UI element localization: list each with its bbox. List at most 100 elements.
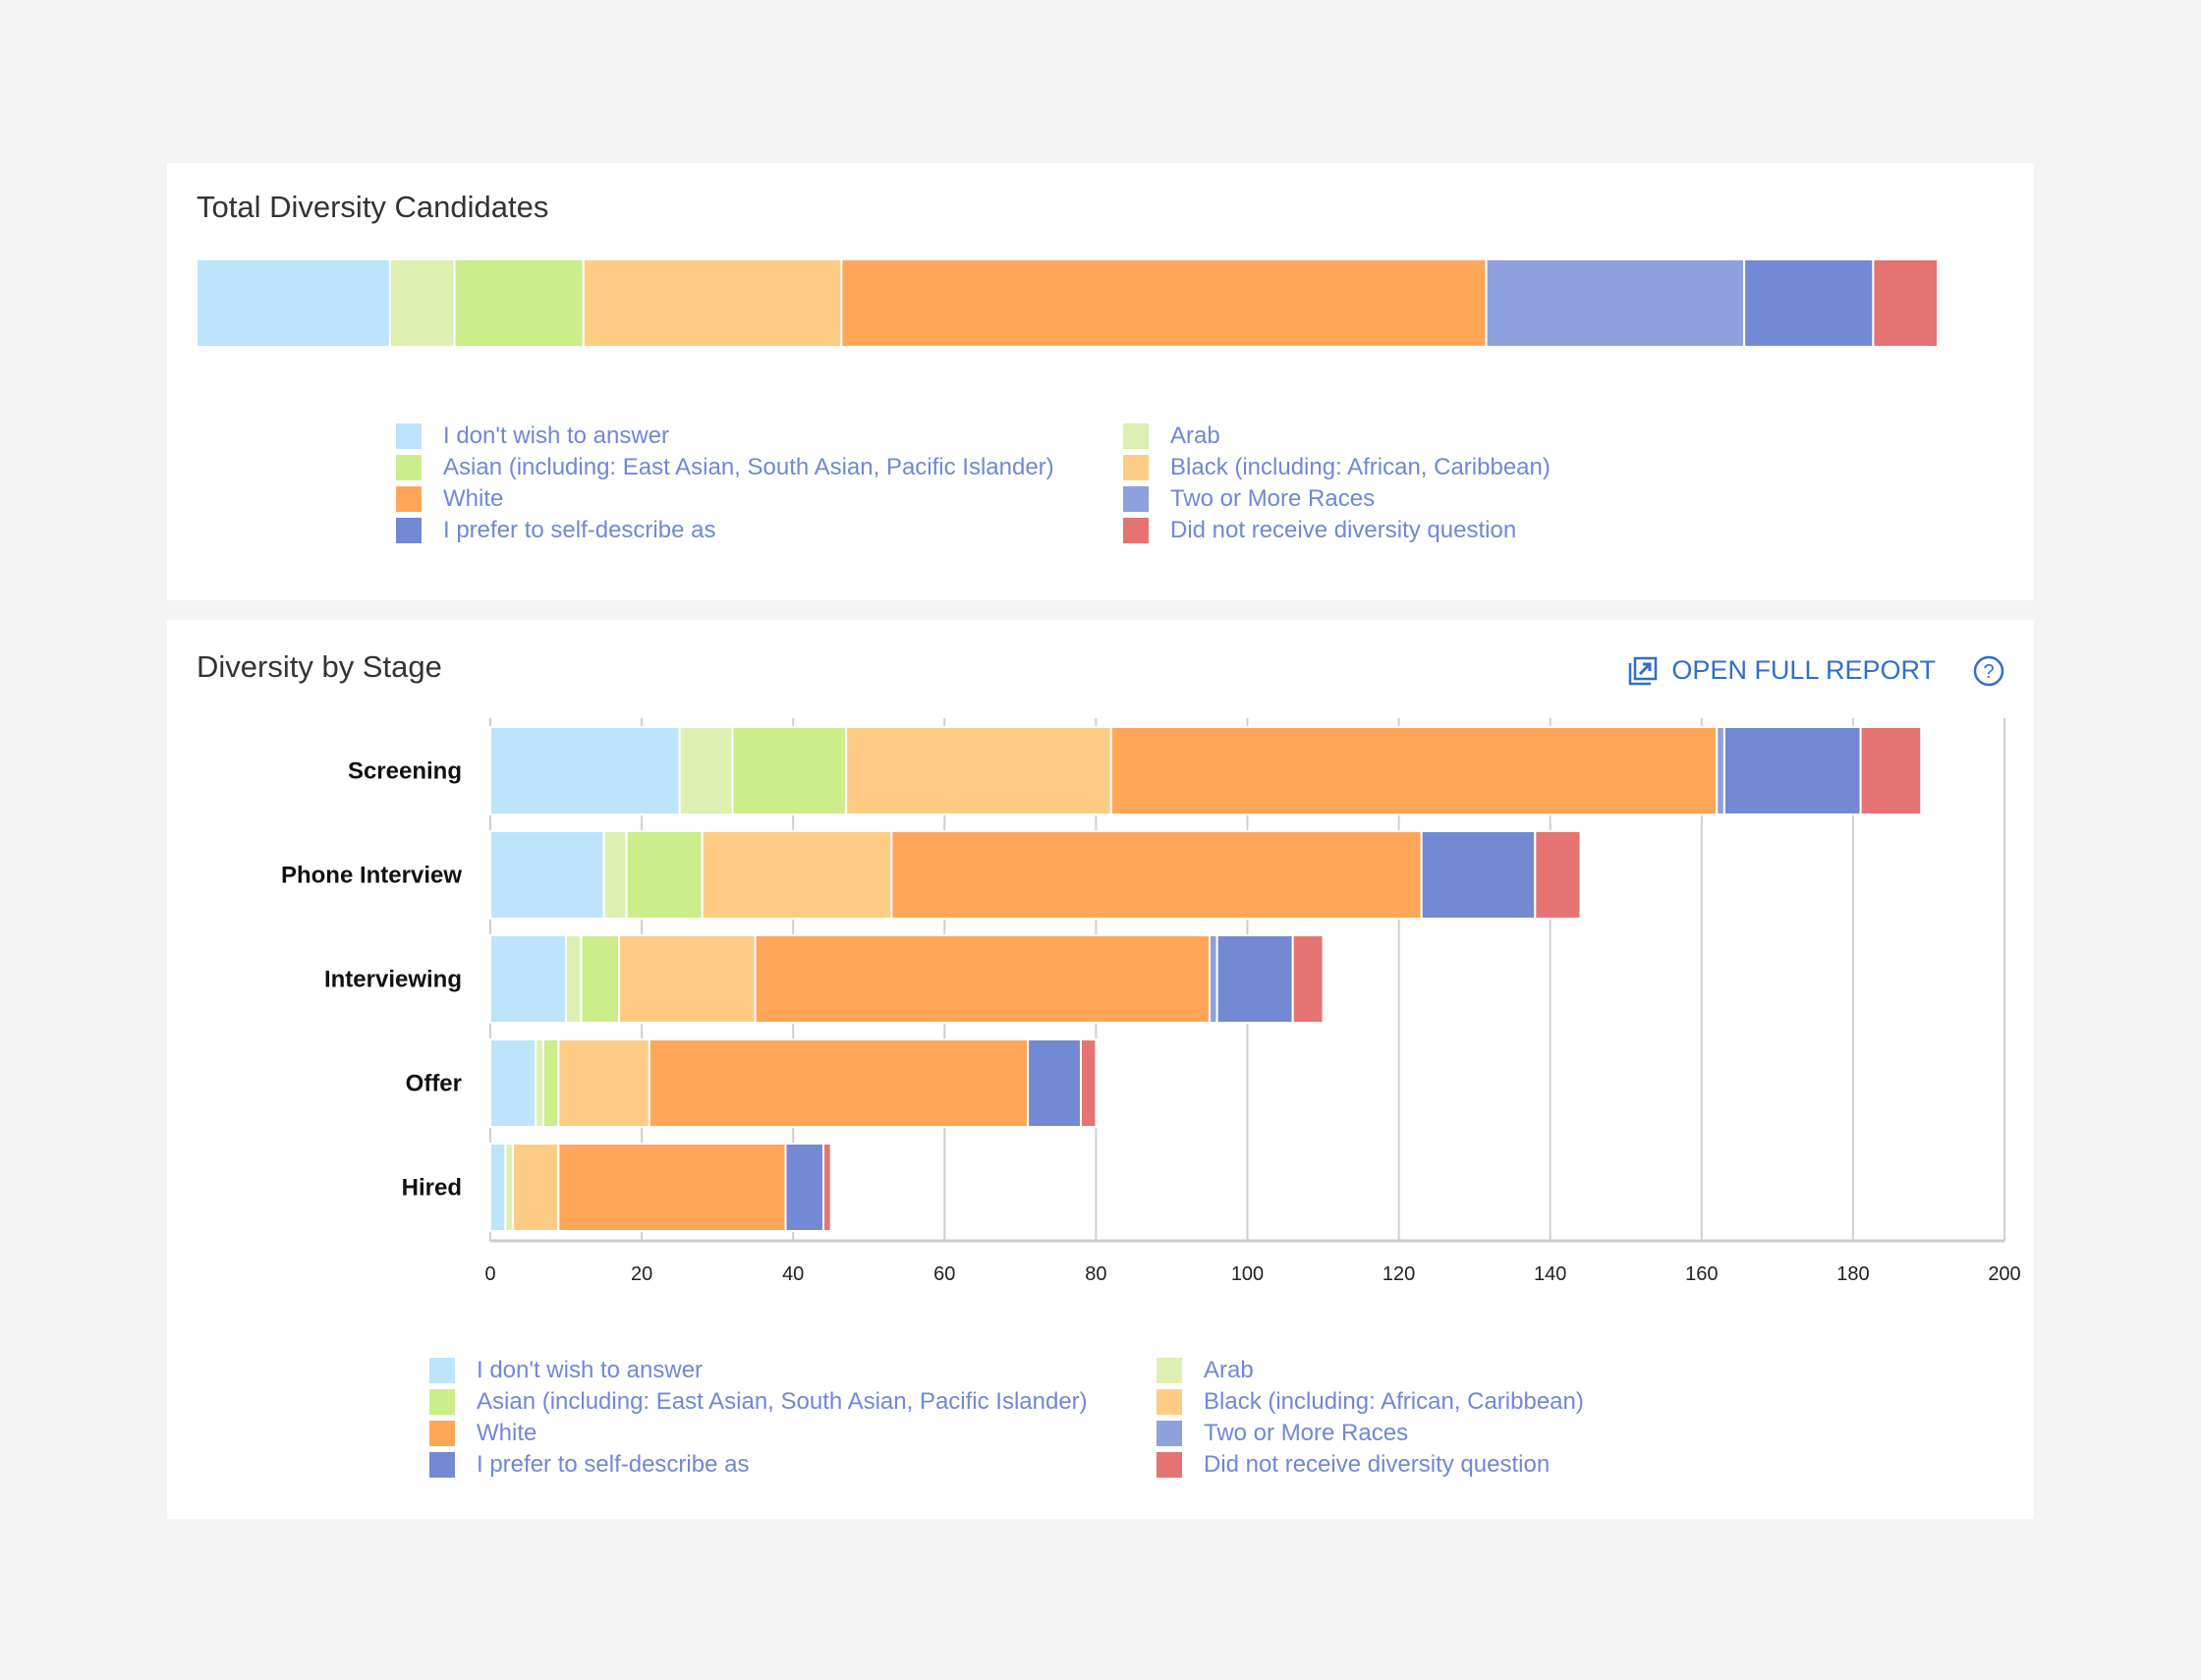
bar-segment-dont[interactable] <box>196 258 391 348</box>
bar-segment-arab[interactable] <box>678 726 734 815</box>
legend: I don't wish to answer Arab Asian (includi… <box>396 422 1614 543</box>
bar-segment-none[interactable] <box>1872 258 1939 348</box>
bar-segment-self[interactable] <box>1215 934 1294 1024</box>
legend-item-none[interactable]: Did not receive diversity question <box>1123 517 1614 543</box>
legend-swatch <box>396 518 422 543</box>
bar-segment-asian[interactable] <box>580 934 620 1024</box>
stage-bar-phone-interview <box>489 830 1582 920</box>
category-label: Offer <box>406 1071 462 1097</box>
bar-segment-black[interactable] <box>582 258 843 348</box>
legend-swatch <box>1157 1452 1182 1478</box>
stage-bar-screening <box>489 726 1923 815</box>
bar-segment-black[interactable] <box>617 934 757 1024</box>
legend-label: Asian (including: East Asian, South Asia… <box>477 1388 1088 1415</box>
category-label: Screening <box>348 758 462 785</box>
legend-label: I prefer to self-describe as <box>477 1451 750 1478</box>
bar-segment-asian[interactable] <box>731 726 848 815</box>
legend-swatch <box>396 423 422 449</box>
legend-swatch <box>1123 423 1149 449</box>
category-label: Hired <box>402 1175 462 1202</box>
bar-segment-none[interactable] <box>1859 726 1923 815</box>
legend-item-white[interactable]: White <box>396 485 1123 512</box>
x-tick-label: 60 <box>933 1263 955 1285</box>
legend-swatch <box>429 1389 455 1415</box>
bar-segment-two[interactable] <box>1208 934 1218 1024</box>
bar-segment-black[interactable] <box>512 1143 560 1232</box>
bar-segment-arab[interactable] <box>388 258 456 348</box>
bar-segment-black[interactable] <box>701 830 893 920</box>
legend-label: Did not receive diversity question <box>1170 517 1517 543</box>
bar-segment-white[interactable] <box>1109 726 1719 815</box>
legend-swatch <box>429 1452 455 1478</box>
bar-segment-none[interactable] <box>1534 830 1582 920</box>
legend-swatch <box>1123 455 1149 480</box>
legend-swatch <box>429 1358 455 1383</box>
legend-label: I prefer to self-describe as <box>443 517 716 543</box>
bar-segment-dont[interactable] <box>489 1143 507 1232</box>
legend-item-two[interactable]: Two or More Races <box>1157 1420 1648 1446</box>
legend-swatch <box>1157 1358 1182 1383</box>
legend-item-black[interactable]: Black (including: African, Caribbean) <box>1123 454 1614 480</box>
bar-segment-arab[interactable] <box>602 830 628 920</box>
bar-segment-self[interactable] <box>1722 726 1862 815</box>
bar-segment-white[interactable] <box>890 830 1423 920</box>
legend-swatch <box>1157 1389 1182 1415</box>
bar-segment-dont[interactable] <box>489 934 568 1024</box>
total-diversity-bar <box>196 258 1939 348</box>
bar-segment-none[interactable] <box>822 1143 832 1232</box>
legend-label: Arab <box>1170 422 1220 449</box>
legend-label: Black (including: African, Caribbean) <box>1204 1388 1584 1415</box>
legend-swatch <box>1123 518 1149 543</box>
bar-segment-black[interactable] <box>557 1038 650 1128</box>
legend-swatch <box>429 1421 455 1446</box>
bar-segment-self[interactable] <box>1420 830 1537 920</box>
x-tick-label: 120 <box>1383 1263 1415 1285</box>
bar-segment-none[interactable] <box>1291 934 1325 1024</box>
bar-segment-white[interactable] <box>754 934 1211 1024</box>
bar-segment-asian[interactable] <box>453 258 585 348</box>
legend-item-arab[interactable]: Arab <box>1157 1357 1648 1383</box>
legend-item-dont[interactable]: I don't wish to answer <box>429 1357 1157 1383</box>
legend-item-asian[interactable]: Asian (including: East Asian, South Asia… <box>429 1388 1157 1415</box>
bar-segment-two[interactable] <box>1485 258 1746 348</box>
legend-swatch <box>396 486 422 512</box>
bar-segment-self[interactable] <box>784 1143 825 1232</box>
bar-segment-arab[interactable] <box>504 1143 515 1232</box>
legend-item-black[interactable]: Black (including: African, Caribbean) <box>1157 1388 1648 1415</box>
legend-item-arab[interactable]: Arab <box>1123 422 1614 449</box>
legend-item-none[interactable]: Did not receive diversity question <box>1157 1451 1648 1478</box>
legend-swatch <box>1157 1421 1182 1446</box>
total-diversity-card: Total Diversity Candidates I don't wish … <box>167 163 2034 600</box>
legend-label: I don't wish to answer <box>477 1357 704 1383</box>
stage-bar-hired <box>489 1143 832 1232</box>
bar-segment-arab[interactable] <box>565 934 583 1024</box>
bar-segment-white[interactable] <box>557 1143 787 1232</box>
legend-item-dont[interactable]: I don't wish to answer <box>396 422 1123 449</box>
legend: I don't wish to answer Arab Asian (includi… <box>429 1357 1648 1478</box>
legend-item-two[interactable]: Two or More Races <box>1123 485 1614 512</box>
legend-label: Two or More Races <box>1170 485 1376 512</box>
bar-segment-asian[interactable] <box>625 830 704 920</box>
x-tick-label: 20 <box>631 1263 652 1285</box>
bar-segment-arab[interactable] <box>535 1038 544 1128</box>
legend-label: White <box>443 485 504 512</box>
x-tick-label: 80 <box>1085 1263 1106 1285</box>
bar-segment-white[interactable] <box>840 258 1488 348</box>
bar-segment-asian[interactable] <box>541 1038 560 1128</box>
legend-item-self[interactable]: I prefer to self-describe as <box>429 1451 1157 1478</box>
bar-segment-none[interactable] <box>1079 1038 1098 1128</box>
legend-label: Asian (including: East Asian, South Asia… <box>443 454 1054 480</box>
bar-segment-self[interactable] <box>1027 1038 1082 1128</box>
bar-segment-dont[interactable] <box>489 830 605 920</box>
legend-label: Did not receive diversity question <box>1204 1451 1551 1478</box>
bar-segment-white[interactable] <box>648 1038 1030 1128</box>
bar-segment-self[interactable] <box>1743 258 1875 348</box>
legend-item-white[interactable]: White <box>429 1420 1157 1446</box>
bar-segment-dont[interactable] <box>489 1038 537 1128</box>
legend-item-self[interactable]: I prefer to self-describe as <box>396 517 1123 543</box>
bar-segment-dont[interactable] <box>489 726 681 815</box>
bar-segment-two[interactable] <box>1716 726 1725 815</box>
legend-item-asian[interactable]: Asian (including: East Asian, South Asia… <box>396 454 1123 480</box>
x-tick-label: 200 <box>1988 1263 2020 1285</box>
bar-segment-black[interactable] <box>845 726 1112 815</box>
